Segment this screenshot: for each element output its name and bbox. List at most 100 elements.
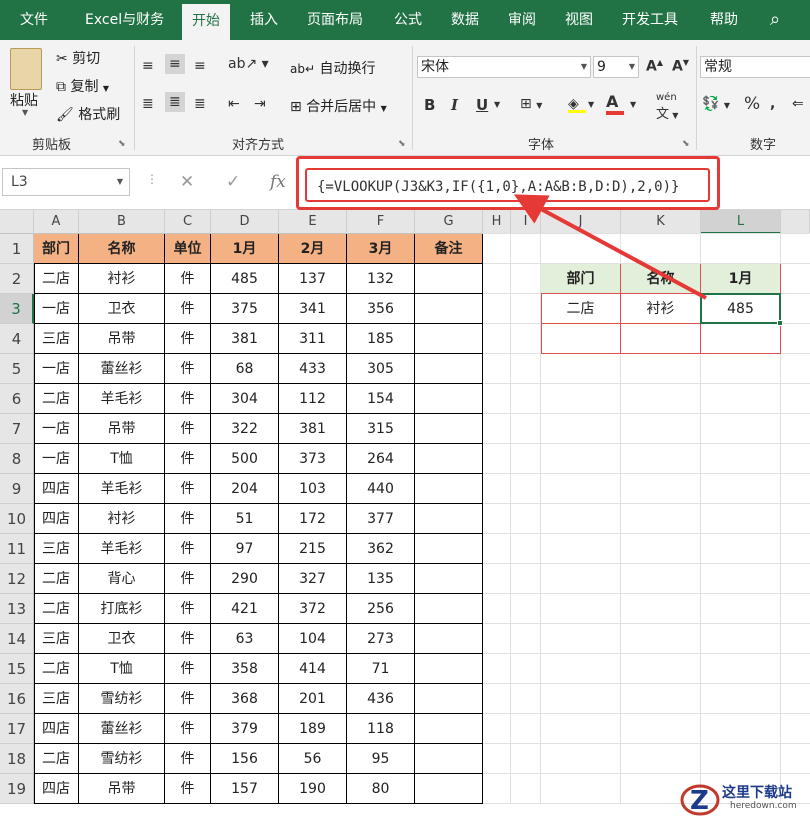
borders-icon[interactable]: ⊞ ▼ — [520, 96, 542, 112]
table-cell[interactable]: 273 — [347, 624, 415, 654]
table-cell[interactable]: 189 — [279, 714, 347, 744]
table-cell[interactable]: 件 — [165, 744, 211, 774]
table-cell[interactable]: 375 — [211, 294, 279, 324]
table-cell[interactable]: 件 — [165, 264, 211, 294]
lookup-cell[interactable]: 衬衫 — [621, 294, 701, 324]
table-cell[interactable]: 414 — [279, 654, 347, 684]
table-header-cell[interactable]: 名称 — [79, 234, 165, 264]
table-cell[interactable] — [415, 504, 483, 534]
fill-handle[interactable] — [777, 320, 783, 326]
cancel-icon[interactable]: ✕ — [180, 172, 194, 192]
row-header-10[interactable]: 10 — [0, 504, 34, 534]
table-cell[interactable] — [415, 684, 483, 714]
align-bottom-icon[interactable]: ≡ — [194, 58, 206, 74]
table-cell[interactable]: 63 — [211, 624, 279, 654]
table-cell[interactable]: 500 — [211, 444, 279, 474]
table-cell[interactable]: 件 — [165, 324, 211, 354]
row-header-12[interactable]: 12 — [0, 564, 34, 594]
table-cell[interactable]: 68 — [211, 354, 279, 384]
table-cell[interactable]: 吊带 — [79, 774, 165, 804]
table-cell[interactable] — [415, 324, 483, 354]
table-cell[interactable]: 485 — [211, 264, 279, 294]
lookup-header-cell[interactable]: 名称 — [621, 264, 701, 294]
row-header-14[interactable]: 14 — [0, 624, 34, 654]
table-header-cell[interactable]: 2月 — [279, 234, 347, 264]
table-header-cell[interactable]: 备注 — [415, 234, 483, 264]
row-header-1[interactable]: 1 — [0, 234, 34, 264]
tab-review[interactable]: 审阅 — [498, 0, 546, 40]
underline-button[interactable]: U — [476, 96, 488, 114]
table-cell[interactable]: 436 — [347, 684, 415, 714]
table-cell[interactable]: 一店 — [34, 294, 79, 324]
increase-decimal-icon[interactable]: ⇐ — [792, 96, 804, 112]
table-cell[interactable]: 二店 — [34, 654, 79, 684]
table-cell[interactable]: 件 — [165, 414, 211, 444]
tab-insert[interactable]: 插入 — [240, 0, 288, 40]
table-cell[interactable]: 羊毛衫 — [79, 534, 165, 564]
phonetic-icon[interactable]: wén 文 ▼ — [656, 92, 678, 122]
cut-button[interactable]: ✂ 剪切 — [56, 48, 100, 68]
font-size-select[interactable]: 9 ▼ — [593, 56, 639, 78]
column-header-g[interactable]: G — [415, 210, 483, 234]
paste-button[interactable]: 粘贴 — [10, 90, 38, 110]
column-header-m[interactable] — [781, 210, 810, 234]
table-cell[interactable]: 三店 — [34, 534, 79, 564]
table-cell[interactable]: 379 — [211, 714, 279, 744]
row-header-9[interactable]: 9 — [0, 474, 34, 504]
align-center-icon[interactable]: ≣ — [165, 92, 185, 112]
table-cell[interactable]: 421 — [211, 594, 279, 624]
select-all-corner[interactable] — [0, 210, 34, 234]
table-cell[interactable]: 377 — [347, 504, 415, 534]
table-cell[interactable]: 衬衫 — [79, 504, 165, 534]
table-cell[interactable]: 三店 — [34, 624, 79, 654]
table-cell[interactable]: 97 — [211, 534, 279, 564]
table-cell[interactable]: 一店 — [34, 414, 79, 444]
table-cell[interactable]: 103 — [279, 474, 347, 504]
shrink-font-icon[interactable]: A▼ — [672, 58, 689, 75]
table-cell[interactable] — [415, 264, 483, 294]
table-cell[interactable]: 件 — [165, 504, 211, 534]
lookup-header-cell[interactable]: 1月 — [701, 264, 781, 294]
table-cell[interactable]: 三店 — [34, 324, 79, 354]
table-cell[interactable]: 172 — [279, 504, 347, 534]
underline-dropdown-icon[interactable]: ▼ — [494, 100, 500, 109]
table-cell[interactable] — [415, 714, 483, 744]
table-cell[interactable]: 雪纺衫 — [79, 744, 165, 774]
lookup-empty-cell[interactable] — [541, 324, 621, 354]
table-cell[interactable]: 315 — [347, 414, 415, 444]
table-header-cell[interactable]: 部门 — [34, 234, 79, 264]
tab-home[interactable]: 开始 — [182, 4, 230, 40]
table-cell[interactable]: 四店 — [34, 774, 79, 804]
column-header-i[interactable]: I — [511, 210, 541, 234]
table-cell[interactable]: 件 — [165, 294, 211, 324]
name-box[interactable]: L3 ▼ — [2, 168, 130, 196]
table-cell[interactable]: 蕾丝衫 — [79, 354, 165, 384]
table-cell[interactable] — [415, 564, 483, 594]
table-cell[interactable]: 185 — [347, 324, 415, 354]
table-cell[interactable]: 雪纺衫 — [79, 684, 165, 714]
table-cell[interactable]: 327 — [279, 564, 347, 594]
font-color-dropdown-icon[interactable]: ▼ — [630, 100, 636, 109]
row-header-16[interactable]: 16 — [0, 684, 34, 714]
tab-help[interactable]: 帮助 — [700, 0, 748, 40]
column-header-l[interactable]: L — [701, 210, 781, 234]
table-cell[interactable]: 件 — [165, 624, 211, 654]
table-cell[interactable]: 件 — [165, 654, 211, 684]
row-header-6[interactable]: 6 — [0, 384, 34, 414]
align-top-icon[interactable]: ≡ — [142, 58, 154, 74]
accounting-format-icon[interactable]: 💱 ▼ — [702, 96, 730, 112]
column-header-c[interactable]: C — [165, 210, 211, 234]
table-cell[interactable]: 卫衣 — [79, 624, 165, 654]
row-header-17[interactable]: 17 — [0, 714, 34, 744]
table-cell[interactable] — [415, 444, 483, 474]
table-cell[interactable]: 吊带 — [79, 324, 165, 354]
table-header-cell[interactable]: 3月 — [347, 234, 415, 264]
align-right-icon[interactable]: ≣ — [194, 96, 206, 112]
table-cell[interactable]: 80 — [347, 774, 415, 804]
table-cell[interactable]: 358 — [211, 654, 279, 684]
table-cell[interactable] — [415, 384, 483, 414]
table-cell[interactable]: 311 — [279, 324, 347, 354]
tab-view[interactable]: 视图 — [555, 0, 603, 40]
column-header-k[interactable]: K — [621, 210, 701, 234]
table-cell[interactable]: 51 — [211, 504, 279, 534]
